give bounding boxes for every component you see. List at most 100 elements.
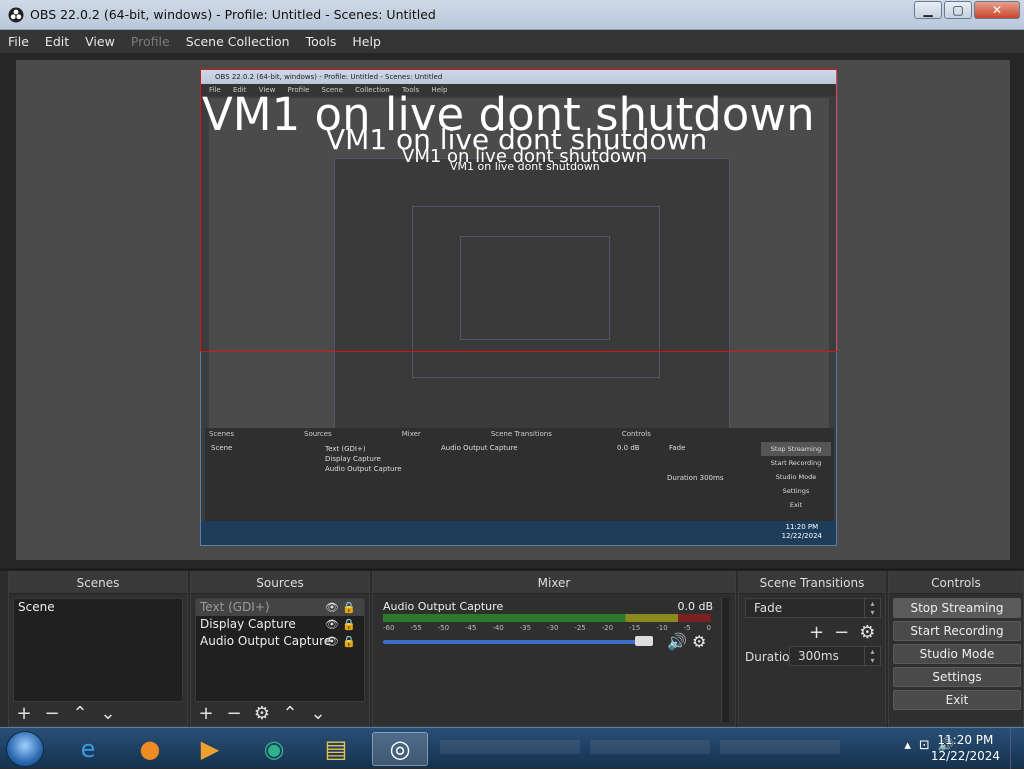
source-item-display[interactable]: Display Capture 👁 🔒: [196, 616, 364, 633]
window-title: OBS 22.0.2 (64-bit, windows) - Profile: …: [30, 7, 436, 22]
transitions-dock-title: Scene Transitions: [739, 572, 885, 594]
mixer-channel-name: Audio Output Capture: [383, 600, 504, 613]
remove-transition-icon[interactable]: −: [834, 622, 849, 643]
add-source-icon[interactable]: +: [197, 703, 215, 724]
tick: -35: [519, 624, 532, 632]
nested-docks: Scenes Sources Mixer Scene Transitions C…: [205, 428, 834, 522]
firefox-icon[interactable]: ●: [126, 732, 174, 766]
visibility-lock-icons[interactable]: 👁 🔒: [325, 633, 356, 650]
duration-input[interactable]: 300ms ▴ ▾: [789, 646, 881, 666]
menu-help[interactable]: Help: [344, 34, 389, 49]
studio-mode-button[interactable]: Studio Mode: [893, 644, 1021, 664]
menu-profile[interactable]: Profile: [123, 34, 178, 49]
menu-edit[interactable]: Edit: [37, 34, 77, 49]
menu-tools[interactable]: Tools: [298, 34, 345, 49]
remove-scene-icon[interactable]: −: [43, 703, 61, 724]
volume-meter: [383, 614, 711, 622]
nested-duration: Duration 300ms: [667, 474, 723, 482]
nested-ctrl-0: Stop Streaming: [761, 442, 831, 456]
speaker-icon[interactable]: 🔊: [667, 632, 687, 651]
nested-ctrl-3: Settings: [782, 487, 810, 495]
move-down-icon[interactable]: ⌄: [309, 703, 327, 724]
exit-button[interactable]: Exit: [893, 690, 1021, 710]
start-recording-button[interactable]: Start Recording: [893, 621, 1021, 641]
tick: -40: [492, 624, 504, 632]
nested-taskbar: 11:20 PM 12/22/2024: [201, 521, 836, 545]
transitions-dock: Scene Transitions Fade ▴ ▾ + − ⚙ Duration…: [738, 571, 886, 727]
gear-icon[interactable]: ⚙: [692, 632, 706, 651]
menu-scene-collection[interactable]: Scene Collection: [178, 34, 298, 49]
tick: -20: [601, 624, 614, 632]
nested-dock-titles: Scenes Sources Mixer Scene Transitions C…: [209, 430, 829, 438]
tick: -50: [437, 624, 450, 632]
nested-sources: Text (GDI+) Display Capture Audio Output…: [325, 444, 402, 474]
visibility-lock-icons[interactable]: 👁 🔒: [325, 616, 356, 633]
nested-mixer-name: Audio Output Capture: [441, 444, 518, 452]
nested-date: 12/22/2024: [781, 532, 822, 540]
file-explorer-icon[interactable]: ▤: [312, 732, 360, 766]
menu-bar: File Edit View Profile Scene Collection …: [0, 30, 1024, 53]
chevron-updown-icon[interactable]: ▴ ▾: [864, 647, 880, 665]
nested-duration-value: 300ms: [699, 474, 724, 482]
volume-slider-handle[interactable]: [635, 636, 653, 646]
nested-dock-transitions: Scene Transitions: [490, 430, 552, 438]
minimize-button[interactable]: ▁: [914, 1, 942, 19]
tick: -60: [383, 624, 395, 632]
clock[interactable]: 11:20 PM 12/22/2024: [931, 732, 1000, 764]
media-player-icon[interactable]: ▶: [186, 732, 234, 766]
clock-date: 12/22/2024: [930, 749, 1000, 763]
add-transition-icon[interactable]: +: [809, 622, 824, 643]
menu-file[interactable]: File: [0, 34, 37, 49]
network-icon[interactable]: ⊡: [919, 738, 930, 753]
taskbar-ghost-item: [720, 740, 840, 754]
nested-ctrl-4: Exit: [789, 501, 803, 509]
mixer-scrollbar[interactable]: [721, 598, 729, 722]
transition-toolbar: + − ⚙: [809, 622, 875, 643]
nested-dock-sources: Sources: [304, 430, 332, 438]
volume-slider[interactable]: [383, 640, 653, 644]
show-hidden-icons-icon[interactable]: ▴: [904, 738, 911, 753]
menu-view[interactable]: View: [77, 34, 123, 49]
mixer-icons: 🔊 ⚙: [667, 632, 706, 651]
scenes-dock-title: Scenes: [9, 572, 187, 594]
bounding-box-bottom: [200, 351, 837, 352]
start-button[interactable]: [6, 731, 44, 767]
gear-icon[interactable]: ⚙: [859, 622, 875, 643]
move-up-icon[interactable]: ⌃: [71, 703, 89, 724]
remove-source-icon[interactable]: −: [225, 703, 243, 724]
source-label: Audio Output Capture: [200, 634, 332, 648]
nested-scene-item: Scene: [211, 444, 233, 452]
nested-transition: Fade: [669, 444, 686, 452]
move-down-icon[interactable]: ⌄: [99, 703, 117, 724]
tick: -55: [410, 624, 422, 632]
obs-window: OBS 22.0.2 (64-bit, windows) - Profile: …: [0, 0, 1024, 769]
chevron-updown-icon[interactable]: ▴ ▾: [864, 599, 880, 617]
nested-ctrl-2: Studio Mode: [775, 473, 817, 481]
gear-icon[interactable]: ⚙: [253, 703, 271, 724]
controls-dock: Controls Stop Streaming Start Recording …: [888, 571, 1024, 727]
sources-toolbar: + − ⚙ ⌃ ⌄: [197, 702, 327, 724]
source-item-audio[interactable]: Audio Output Capture 👁 🔒: [196, 633, 364, 650]
show-desktop-button[interactable]: [1010, 728, 1024, 769]
source-item-text[interactable]: Text (GDI+) 👁 🔒: [196, 599, 364, 616]
add-scene-icon[interactable]: +: [15, 703, 33, 724]
internet-explorer-icon[interactable]: e: [64, 732, 112, 766]
sources-dock: Sources Text (GDI+) 👁 🔒 Display Capture …: [190, 571, 370, 727]
visibility-lock-icons[interactable]: 👁 🔒: [325, 599, 356, 616]
stop-streaming-button[interactable]: Stop Streaming: [893, 598, 1021, 618]
source-label: Text (GDI+): [200, 600, 270, 614]
nested-duration-label: Duration: [667, 474, 698, 482]
maximize-button[interactable]: ▢: [944, 1, 972, 19]
move-up-icon[interactable]: ⌃: [281, 703, 299, 724]
transition-select[interactable]: Fade ▴ ▾: [745, 598, 881, 618]
title-bar: OBS 22.0.2 (64-bit, windows) - Profile: …: [0, 0, 1024, 30]
obs-icon[interactable]: ◎: [372, 732, 428, 766]
settings-button[interactable]: Settings: [893, 667, 1021, 687]
nested-preview-level-4: [460, 236, 610, 340]
scene-item[interactable]: Scene: [14, 599, 182, 616]
close-button[interactable]: ✕: [974, 1, 1020, 19]
nested-ctrl-1: Start Recording: [770, 459, 822, 467]
chat-icon[interactable]: ◉: [250, 732, 298, 766]
tick: -30: [546, 624, 559, 632]
scenes-toolbar: + − ⌃ ⌄: [15, 702, 117, 724]
